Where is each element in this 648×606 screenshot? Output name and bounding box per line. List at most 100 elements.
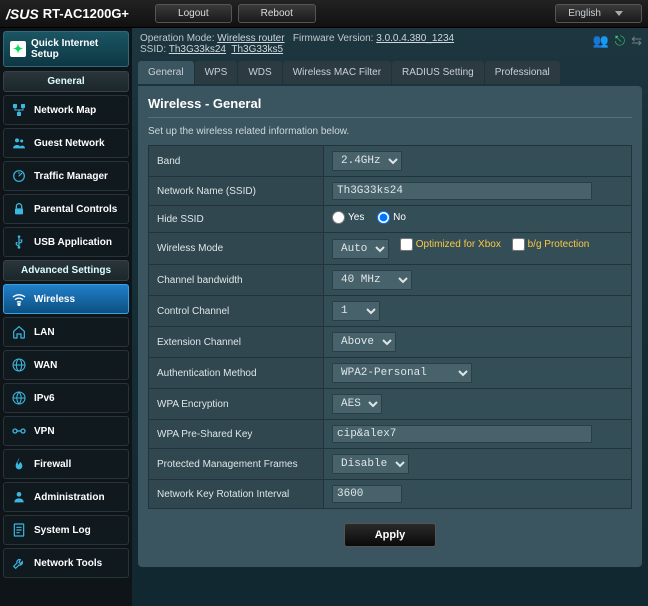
panel-description: Set up the wireless related information … bbox=[148, 126, 632, 137]
wireless-mode-label: Wireless Mode bbox=[149, 233, 324, 265]
auth-method-label: Authentication Method bbox=[149, 358, 324, 389]
tab-wps[interactable]: WPS bbox=[195, 61, 238, 84]
sidebar-item-usb-application[interactable]: USB Application bbox=[3, 227, 129, 257]
vpn-icon bbox=[11, 423, 27, 439]
lock-icon bbox=[11, 201, 27, 217]
sidebar-item-ipv6[interactable]: IPv6 bbox=[3, 383, 129, 413]
sidebar-item-label: WAN bbox=[34, 360, 57, 371]
ssid-input[interactable] bbox=[332, 182, 592, 200]
sidebar-item-label: Administration bbox=[34, 492, 105, 503]
extension-channel-label: Extension Channel bbox=[149, 327, 324, 358]
control-channel-label: Control Channel bbox=[149, 296, 324, 327]
logout-button[interactable]: Logout bbox=[155, 4, 232, 23]
wpa-encryption-label: WPA Encryption bbox=[149, 389, 324, 420]
pmf-select[interactable]: Disable bbox=[332, 454, 409, 474]
quick-internet-setup[interactable]: ✦ Quick Internet Setup bbox=[3, 31, 129, 67]
tab-radius-setting[interactable]: RADIUS Setting bbox=[392, 61, 484, 84]
sidebar-item-label: System Log bbox=[34, 525, 91, 536]
log-icon bbox=[11, 522, 27, 538]
hide-ssid-label: Hide SSID bbox=[149, 206, 324, 233]
ipv6-icon bbox=[11, 390, 27, 406]
sidebar-item-label: Network Tools bbox=[34, 558, 102, 569]
tab-wireless-mac-filter[interactable]: Wireless MAC Filter bbox=[283, 61, 391, 84]
title-bar: /SUS RT-AC1200G+ Logout Reboot English bbox=[0, 0, 648, 28]
sidebar-item-wan[interactable]: WAN bbox=[3, 350, 129, 380]
fire-icon bbox=[11, 456, 27, 472]
main-content: Operation Mode: Wireless router Firmware… bbox=[132, 28, 648, 606]
sidebar-item-label: USB Application bbox=[34, 237, 112, 248]
traffic-icon bbox=[11, 168, 27, 184]
sidebar-item-traffic-manager[interactable]: Traffic Manager bbox=[3, 161, 129, 191]
firmware-link[interactable]: 3.0.0.4.380_1234 bbox=[376, 33, 454, 44]
ssid2-link[interactable]: Th3G33ks5 bbox=[231, 44, 283, 55]
sidebar-item-lan[interactable]: LAN bbox=[3, 317, 129, 347]
wifi-icon bbox=[11, 291, 27, 307]
band-label: Band bbox=[149, 146, 324, 177]
language-selector[interactable]: English bbox=[555, 4, 642, 23]
op-mode-link[interactable]: Wireless router bbox=[217, 33, 284, 44]
user-icon[interactable]: 👥 bbox=[593, 33, 609, 49]
apply-button[interactable]: Apply bbox=[344, 523, 437, 547]
wireless-mode-select[interactable]: Auto bbox=[332, 239, 389, 259]
pmf-label: Protected Management Frames bbox=[149, 449, 324, 480]
bandwidth-select[interactable]: 40 MHz bbox=[332, 270, 412, 290]
sidebar-item-vpn[interactable]: VPN bbox=[3, 416, 129, 446]
sidebar-item-label: Parental Controls bbox=[34, 204, 117, 215]
sidebar-item-label: Traffic Manager bbox=[34, 171, 108, 182]
sidebar-item-label: Firewall bbox=[34, 459, 71, 470]
admin-icon bbox=[11, 489, 27, 505]
sidebar-item-firewall[interactable]: Firewall bbox=[3, 449, 129, 479]
brand-logo: /SUS RT-AC1200G+ bbox=[6, 6, 129, 22]
extension-channel-select[interactable]: Above bbox=[332, 332, 396, 352]
settings-table: Band 2.4GHz Network Name (SSID) Hide SSI… bbox=[148, 145, 632, 509]
sidebar-item-label: Guest Network bbox=[34, 138, 105, 149]
reboot-button[interactable]: Reboot bbox=[238, 4, 316, 23]
sidebar-item-label: Network Map bbox=[34, 105, 96, 116]
guest-icon bbox=[11, 135, 27, 151]
netmap-icon bbox=[11, 102, 27, 118]
chevron-down-icon bbox=[615, 11, 623, 16]
sidebar-item-label: Wireless bbox=[34, 294, 75, 305]
status-bar: Operation Mode: Wireless router Firmware… bbox=[138, 32, 642, 61]
sidebar-item-guest-network[interactable]: Guest Network bbox=[3, 128, 129, 158]
psk-input[interactable] bbox=[332, 425, 592, 443]
sidebar-item-label: VPN bbox=[34, 426, 55, 437]
tab-wds[interactable]: WDS bbox=[238, 61, 281, 84]
sidebar: ✦ Quick Internet Setup General Network M… bbox=[0, 28, 132, 606]
network-status-icon[interactable]: ⎋ bbox=[615, 33, 625, 49]
sidebar-item-parental-controls[interactable]: Parental Controls bbox=[3, 194, 129, 224]
ssid1-link[interactable]: Th3G33ks24 bbox=[169, 44, 226, 55]
globe-icon bbox=[11, 357, 27, 373]
panel-title: Wireless - General bbox=[148, 96, 632, 118]
rotation-interval-input[interactable] bbox=[332, 485, 402, 503]
psk-label: WPA Pre-Shared Key bbox=[149, 420, 324, 449]
sidebar-item-wireless[interactable]: Wireless bbox=[3, 284, 129, 314]
hide-ssid-yes[interactable] bbox=[332, 211, 345, 224]
wpa-encryption-select[interactable]: AES bbox=[332, 394, 382, 414]
band-select[interactable]: 2.4GHz bbox=[332, 151, 402, 171]
ssid-label: Network Name (SSID) bbox=[149, 177, 324, 206]
control-channel-select[interactable]: 1 bbox=[332, 301, 380, 321]
sidebar-item-label: LAN bbox=[34, 327, 55, 338]
auth-method-select[interactable]: WPA2-Personal bbox=[332, 363, 472, 383]
sidebar-heading-advanced: Advanced Settings bbox=[3, 260, 129, 281]
tab-professional[interactable]: Professional bbox=[485, 61, 560, 84]
sidebar-item-system-log[interactable]: System Log bbox=[3, 515, 129, 545]
usb-icon bbox=[11, 234, 27, 250]
sidebar-item-label: IPv6 bbox=[34, 393, 55, 404]
bandwidth-label: Channel bandwidth bbox=[149, 265, 324, 296]
rotation-interval-label: Network Key Rotation Interval bbox=[149, 480, 324, 509]
sidebar-item-administration[interactable]: Administration bbox=[3, 482, 129, 512]
sidebar-item-network-map[interactable]: Network Map bbox=[3, 95, 129, 125]
usb-status-icon[interactable]: ⇆ bbox=[631, 33, 642, 49]
home-icon bbox=[11, 324, 27, 340]
tools-icon bbox=[11, 555, 27, 571]
tab-general[interactable]: General bbox=[138, 61, 194, 84]
bg-protection-checkbox[interactable] bbox=[512, 238, 525, 251]
sidebar-heading-general: General bbox=[3, 71, 129, 92]
wand-icon: ✦ bbox=[10, 41, 26, 57]
hide-ssid-no[interactable] bbox=[377, 211, 390, 224]
settings-panel: Wireless - General Set up the wireless r… bbox=[138, 86, 642, 567]
sidebar-item-network-tools[interactable]: Network Tools bbox=[3, 548, 129, 578]
xbox-checkbox[interactable] bbox=[400, 238, 413, 251]
